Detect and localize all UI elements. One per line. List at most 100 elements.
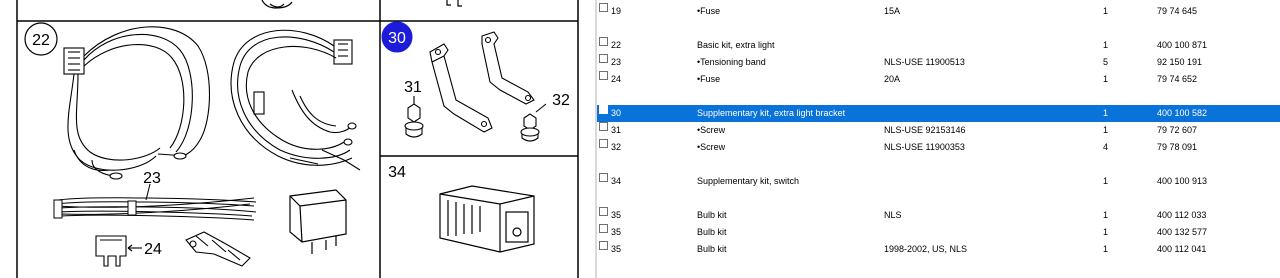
row-quantity: 1: [1103, 108, 1109, 118]
row-checkbox[interactable]: [599, 3, 608, 12]
row-item-number: 35: [611, 227, 622, 237]
parts-row[interactable]: 22 Basic kit, extra light 1 400 100 871: [597, 37, 1280, 54]
row-description: Supplementary kit, extra light bracket: [697, 108, 846, 118]
callout-22[interactable]: 22: [24, 22, 58, 56]
row-part-number: 400 112 041: [1157, 244, 1207, 254]
screw-left-drawing: [404, 96, 424, 138]
row-checkbox[interactable]: [599, 105, 608, 114]
row-item-number: 34: [611, 176, 622, 186]
row-description: Bulb kit: [697, 244, 727, 254]
row-quantity: 4: [1103, 142, 1109, 152]
wiring-harness-left: [63, 26, 210, 180]
parts-row[interactable]: 31 •Screw NLS-USE 92153146 1 79 72 607: [597, 122, 1280, 139]
parts-row[interactable]: 34 Supplementary kit, switch 1 400 100 913: [597, 173, 1280, 190]
fuse-drawing: [95, 235, 142, 267]
row-part-number: 92 150 191: [1157, 57, 1203, 67]
callout-23-label: 23: [143, 170, 161, 187]
row-quantity: 1: [1103, 125, 1109, 135]
row-description: Bulb kit: [697, 210, 727, 220]
parts-row[interactable]: 24 •Fuse 20A 1 79 74 652: [597, 71, 1280, 88]
parts-row[interactable]: 35 Bulb kit 1 400 132 577: [597, 224, 1280, 241]
callout-34-label: 34: [388, 164, 406, 181]
parts-row[interactable]: 19 •Fuse 15A 1 79 74 645: [597, 3, 1280, 20]
parts-row[interactable]: 23 •Tensioning band NLS-USE 11900513 5 92 15…: [597, 54, 1280, 71]
parts-row[interactable]: 35 Bulb kit 1998-2002, US, NLS 1 400 112 041: [597, 241, 1280, 258]
row-description: •Fuse: [697, 74, 721, 84]
row-quantity: 5: [1103, 57, 1109, 67]
callout-32[interactable]: 32: [552, 92, 570, 109]
row-item-number: 23: [611, 57, 622, 67]
callout-24-label: 24: [144, 241, 162, 258]
row-description: •Screw: [697, 142, 726, 152]
row-part-number: 400 100 871: [1157, 40, 1208, 50]
row-quantity: 1: [1103, 244, 1109, 254]
row-checkbox[interactable]: [599, 37, 608, 46]
callout-30[interactable]: 30: [381, 21, 413, 53]
parts-row[interactable]: 30 Supplementary kit, extra light bracket…: [597, 105, 1280, 122]
row-description: •Fuse: [697, 6, 721, 16]
parts-row[interactable]: 35 Bulb kit NLS 1 400 112 033: [597, 207, 1280, 224]
row-checkbox[interactable]: [599, 173, 608, 182]
wiring-harness-right: [230, 29, 361, 171]
row-quantity: 1: [1103, 176, 1109, 186]
switch-drawing: [439, 185, 535, 253]
bracket-left-drawing: [429, 43, 493, 133]
row-item-number: 35: [611, 244, 622, 254]
row-checkbox[interactable]: [599, 139, 608, 148]
relay-drawing: [289, 189, 347, 254]
row-part-number: 400 100 582: [1157, 108, 1208, 118]
row-note: NLS-USE 92153146: [884, 125, 966, 135]
row-checkbox[interactable]: [599, 224, 608, 233]
row-note: 15A: [884, 6, 901, 16]
row-checkbox[interactable]: [599, 54, 608, 63]
row-part-number: 79 78 091: [1157, 142, 1198, 152]
row-note: 1998-2002, US, NLS: [884, 244, 968, 254]
tensioning-bands-drawing: [53, 183, 257, 221]
callout-31-label: 31: [404, 79, 422, 96]
callout-32-label: 32: [552, 92, 570, 109]
splice-connector-drawing: [185, 231, 251, 267]
row-item-number: 31: [611, 125, 622, 135]
row-quantity: 1: [1103, 6, 1109, 16]
cutoff-part-top-right: [446, 0, 462, 7]
cutoff-part-top-left: [261, 0, 293, 9]
row-description: Basic kit, extra light: [697, 40, 775, 50]
bracket-right-drawing: [481, 31, 535, 105]
row-part-number: 79 74 645: [1157, 6, 1198, 16]
row-note: NLS: [884, 210, 902, 220]
row-description: •Screw: [697, 125, 726, 135]
callout-30-label: 30: [388, 30, 406, 47]
row-checkbox[interactable]: [599, 122, 608, 131]
row-item-number: 22: [611, 40, 622, 50]
row-description: Supplementary kit, switch: [697, 176, 800, 186]
callout-31[interactable]: 31: [404, 79, 422, 96]
row-quantity: 1: [1103, 40, 1109, 50]
row-quantity: 1: [1103, 74, 1109, 84]
row-checkbox[interactable]: [599, 71, 608, 80]
callout-24[interactable]: 24: [144, 241, 162, 258]
splitter-gap: [585, 0, 595, 278]
callout-23[interactable]: 23: [143, 170, 161, 187]
callout-22-label: 22: [32, 32, 50, 49]
row-item-number: 32: [611, 142, 622, 152]
parts-list: 19 •Fuse 15A 1 79 74 645 22 Basic kit, extra l…: [597, 0, 1280, 278]
row-part-number: 400 132 577: [1157, 227, 1208, 237]
row-quantity: 1: [1103, 210, 1109, 220]
screw-right-drawing: [520, 103, 547, 142]
parts-row[interactable]: 32 •Screw NLS-USE 11900353 4 79 78 091: [597, 139, 1280, 156]
row-item-number: 35: [611, 210, 622, 220]
row-note: NLS-USE 11900513: [884, 57, 965, 67]
row-part-number: 79 72 607: [1157, 125, 1198, 135]
row-description: •Tensioning band: [697, 57, 766, 67]
row-item-number: 30: [611, 108, 622, 118]
parts-diagram: 22 23 24 30 31 32 34: [0, 0, 585, 278]
row-item-number: 24: [611, 74, 622, 84]
row-part-number: 400 100 913: [1157, 176, 1208, 186]
row-note: 20A: [884, 74, 901, 84]
callout-34[interactable]: 34: [388, 164, 406, 181]
row-item-number: 19: [611, 6, 622, 16]
row-checkbox[interactable]: [599, 241, 608, 250]
row-checkbox[interactable]: [599, 207, 608, 216]
row-part-number: 400 112 033: [1157, 210, 1207, 220]
row-description: Bulb kit: [697, 227, 727, 237]
